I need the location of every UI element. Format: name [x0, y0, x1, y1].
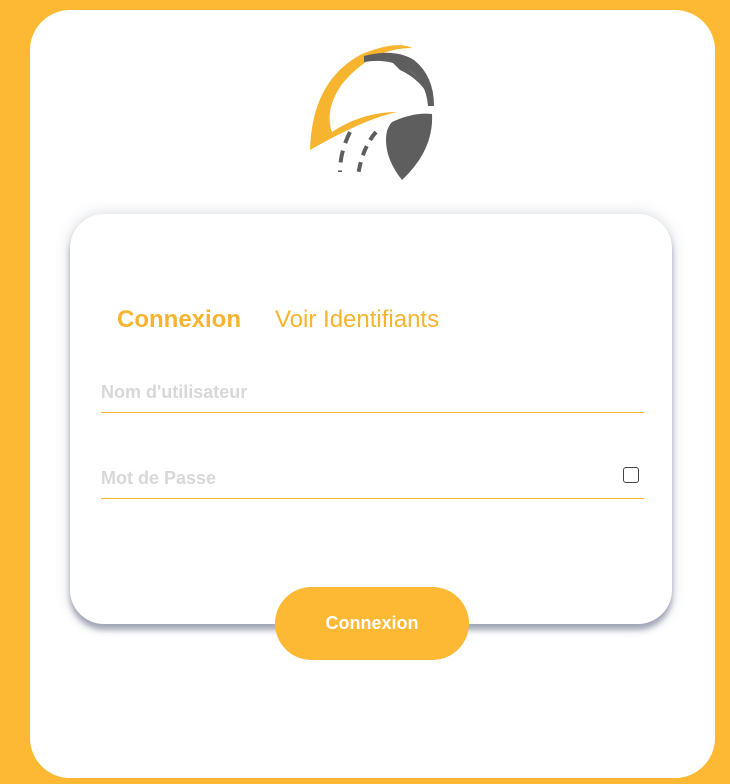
tab-bar: Connexion Voir Identifiants [117, 306, 439, 334]
tab-voir-identifiants[interactable]: Voir Identifiants [275, 306, 439, 334]
password-field [101, 456, 644, 499]
tab-connexion[interactable]: Connexion [117, 306, 241, 334]
show-password-checkbox[interactable] [623, 467, 639, 483]
road-shield-logo-icon [310, 45, 434, 180]
username-field [101, 370, 644, 413]
password-input[interactable] [101, 460, 601, 496]
login-card: Connexion Voir Identifiants [70, 214, 672, 624]
connexion-button[interactable]: Connexion [275, 587, 469, 660]
outer-card: Connexion Voir Identifiants Connexion [30, 10, 715, 778]
username-input[interactable] [101, 374, 601, 410]
